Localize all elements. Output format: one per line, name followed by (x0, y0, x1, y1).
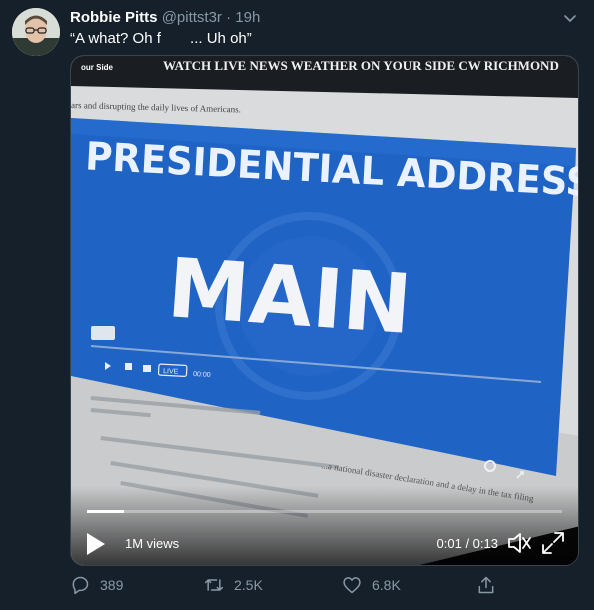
author-name[interactable]: Robbie Pitts (70, 9, 158, 26)
like-count: 6.8K (372, 577, 401, 593)
tweet-time[interactable]: 19h (235, 9, 260, 26)
reply-button[interactable]: 389 (70, 573, 123, 597)
tweet-text: “A what? Oh f ... Uh oh” (70, 30, 252, 47)
video-frame: our Side WATCH LIVE NEWS WEATHER ON YOUR… (71, 56, 578, 565)
avatar-image (12, 8, 60, 56)
retweet-count: 2.5K (234, 577, 263, 593)
tweet-header: Robbie Pitts @pittst3r · 19h (70, 8, 580, 28)
video-timecode: 0:01 / 0:13 (436, 536, 498, 551)
play-icon[interactable] (85, 532, 107, 556)
share-button[interactable] (476, 573, 496, 597)
separator-dot: · (226, 9, 232, 26)
view-count: 1M views (125, 536, 180, 551)
retweet-icon (204, 579, 224, 591)
progress-fill (87, 510, 124, 513)
chevron-down-icon[interactable] (560, 8, 580, 28)
inner-live-badge: LIVE (163, 368, 179, 376)
avatar[interactable] (12, 8, 60, 56)
video-player[interactable]: our Side WATCH LIVE NEWS WEATHER ON YOUR… (70, 55, 579, 566)
share-icon (478, 576, 494, 594)
reply-icon (72, 576, 89, 595)
progress-bar[interactable] (87, 510, 562, 513)
main-word: MAIN (165, 241, 415, 353)
tweet-actions: 389 2.5K 6.8K (70, 573, 510, 597)
heart-icon (343, 577, 361, 594)
nav-menu-text: WATCH LIVE NEWS WEATHER ON YOUR SIDE CW … (163, 58, 559, 73)
reply-count: 389 (100, 577, 124, 593)
inner-time: 00:00 (193, 371, 211, 379)
volume-muted-icon[interactable] (506, 530, 532, 556)
fullscreen-icon[interactable] (540, 530, 566, 556)
author-handle[interactable]: @pittst3r (162, 9, 222, 26)
nav-corner-text: our Side (81, 63, 114, 72)
like-button[interactable]: 6.8K (342, 573, 401, 597)
retweet-button[interactable]: 2.5K (204, 573, 263, 597)
